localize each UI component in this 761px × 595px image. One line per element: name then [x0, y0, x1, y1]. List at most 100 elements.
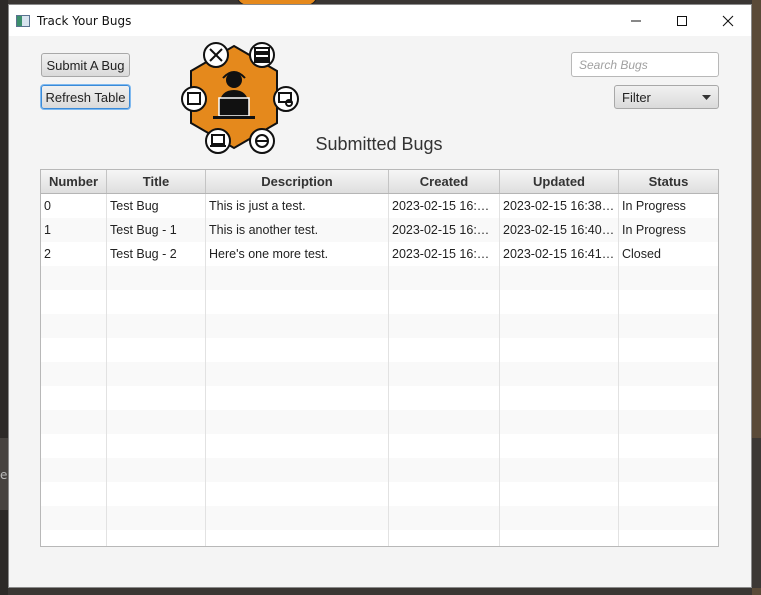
empty-table-cell [619, 290, 718, 314]
close-icon [722, 15, 734, 26]
table-row[interactable]: 1 Test Bug - 1 This is another test. 202… [41, 218, 718, 242]
bugs-table[interactable]: Number Title Description Created Updated… [40, 169, 719, 547]
empty-table-cell [500, 386, 619, 410]
filter-dropdown[interactable]: Filter [614, 85, 719, 109]
column-header-created[interactable]: Created [389, 170, 500, 193]
empty-table-cell [107, 434, 206, 458]
submit-bug-button[interactable]: Submit A Bug [41, 53, 130, 77]
empty-table-cell [389, 386, 500, 410]
minimize-icon [631, 20, 641, 21]
cell-text: In Progress [622, 199, 686, 213]
empty-table-cell [389, 458, 500, 482]
empty-table-cell [206, 530, 389, 546]
cell-text: 2023-02-15 16:41:3... [503, 247, 615, 261]
empty-table-cell [206, 290, 389, 314]
developer-hexagon-logo [181, 42, 299, 154]
column-header-description[interactable]: Description [206, 170, 389, 193]
column-header-updated[interactable]: Updated [500, 170, 619, 193]
empty-table-cell [500, 338, 619, 362]
filter-label: Filter [622, 89, 651, 105]
column-header-title[interactable]: Title [107, 170, 206, 193]
table-row[interactable]: 0 Test Bug This is just a test. 2023-02-… [41, 194, 718, 218]
table-cell: Test Bug [107, 194, 206, 218]
empty-table-cell [107, 386, 206, 410]
cell-text: Here's one more test. [209, 247, 329, 261]
empty-table-cell [389, 266, 500, 290]
empty-table-cell [619, 266, 718, 290]
empty-table-cell [107, 362, 206, 386]
empty-table-cell [389, 506, 500, 530]
empty-table-cell [206, 482, 389, 506]
cell-text: In Progress [622, 223, 686, 237]
empty-table-cell [41, 482, 107, 506]
empty-table-cell [619, 458, 718, 482]
cell-text: This is another test. [209, 223, 319, 237]
empty-table-row [41, 338, 718, 362]
title-bar[interactable]: Track Your Bugs [9, 5, 751, 36]
column-header-status[interactable]: Status [619, 170, 718, 193]
empty-table-cell [389, 410, 500, 434]
empty-table-cell [619, 530, 718, 546]
empty-table-cell [389, 482, 500, 506]
search-input[interactable] [571, 52, 719, 77]
empty-table-cell [500, 482, 619, 506]
empty-table-cell [206, 434, 389, 458]
column-header-number[interactable]: Number [41, 170, 107, 193]
empty-table-cell [206, 410, 389, 434]
empty-table-cell [389, 314, 500, 338]
empty-table-cell [206, 506, 389, 530]
empty-table-cell [389, 338, 500, 362]
refresh-table-button[interactable]: Refresh Table [41, 85, 130, 109]
page-title: Submitted Bugs [315, 134, 443, 154]
cell-text: Test Bug - 1 [110, 223, 177, 237]
empty-table-row [41, 314, 718, 338]
table-cell: This is another test. [206, 218, 389, 242]
empty-table-row [41, 482, 718, 506]
empty-table-cell [206, 266, 389, 290]
empty-table-cell [41, 506, 107, 530]
empty-table-cell [500, 530, 619, 546]
empty-table-cell [107, 266, 206, 290]
empty-table-cell [619, 410, 718, 434]
empty-table-row [41, 434, 718, 458]
table-cell: 2023-02-15 16:40:5... [500, 218, 619, 242]
empty-table-cell [389, 362, 500, 386]
table-cell: 2023-02-15 16:41... [389, 242, 500, 266]
empty-table-cell [41, 530, 107, 546]
table-cell: 2023-02-15 16:38... [389, 194, 500, 218]
empty-table-cell [206, 338, 389, 362]
empty-table-cell [41, 362, 107, 386]
cell-text: 2023-02-15 16:40:5... [503, 223, 615, 237]
empty-table-cell [41, 314, 107, 338]
chevron-down-icon [702, 95, 711, 100]
empty-table-cell [41, 410, 107, 434]
minimize-button[interactable] [613, 5, 659, 36]
empty-table-cell [107, 410, 206, 434]
empty-table-row [41, 290, 718, 314]
empty-table-cell [500, 314, 619, 338]
empty-table-cell [500, 410, 619, 434]
empty-table-cell [41, 386, 107, 410]
table-cell: Test Bug - 2 [107, 242, 206, 266]
empty-table-cell [619, 314, 718, 338]
table-cell: 2023-02-15 16:40... [389, 218, 500, 242]
empty-table-cell [41, 290, 107, 314]
empty-table-cell [206, 362, 389, 386]
app-window-icon [16, 14, 30, 27]
cell-text: 2023-02-15 16:41... [392, 247, 496, 261]
table-cell: 2 [41, 242, 107, 266]
table-cell: 2023-02-15 16:41:3... [500, 242, 619, 266]
empty-table-cell [41, 458, 107, 482]
empty-table-row [41, 506, 718, 530]
empty-table-row [41, 266, 718, 290]
maximize-button[interactable] [659, 5, 705, 36]
desktop-backdrop-text: e [0, 468, 8, 482]
table-cell: Test Bug - 1 [107, 218, 206, 242]
table-cell: In Progress [619, 194, 718, 218]
maximize-icon [677, 15, 687, 26]
table-row[interactable]: 2 Test Bug - 2 Here's one more test. 202… [41, 242, 718, 266]
cell-text: 1 [44, 223, 51, 237]
window-title: Track Your Bugs [37, 13, 132, 28]
close-button[interactable] [705, 5, 751, 36]
empty-table-cell [206, 458, 389, 482]
